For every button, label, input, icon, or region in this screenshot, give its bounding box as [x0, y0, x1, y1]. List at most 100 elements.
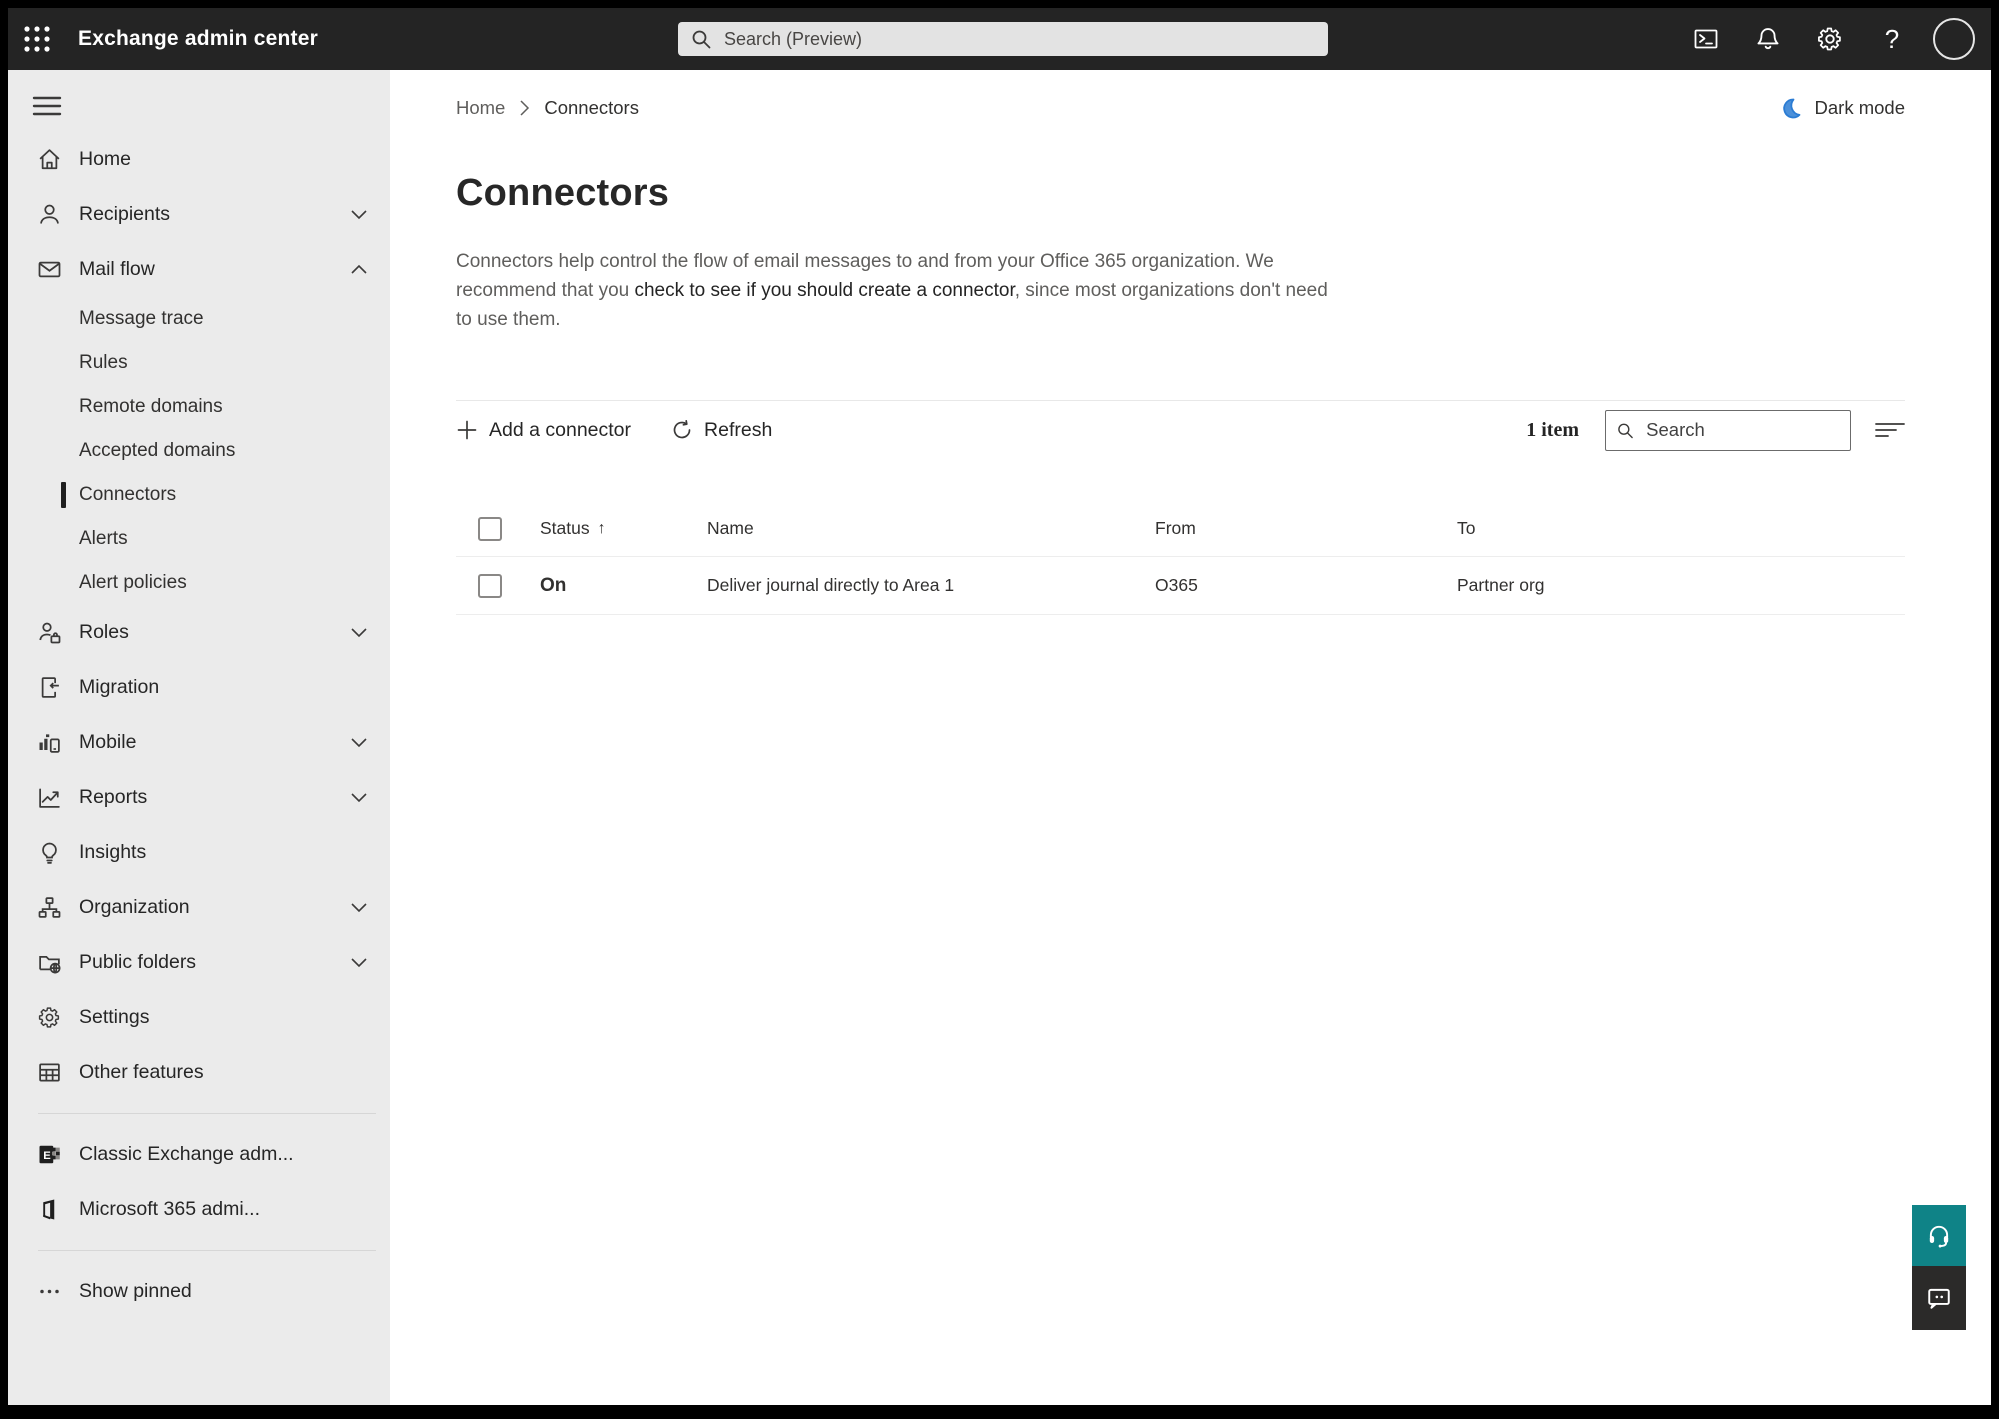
sidebar-item-connectors[interactable]: Connectors — [8, 473, 390, 517]
floating-buttons — [1912, 1205, 1966, 1330]
sidebar-item-rules[interactable]: Rules — [8, 341, 390, 385]
connector-status: On — [540, 574, 567, 596]
line-chart-icon — [36, 785, 62, 810]
sidebar-item-alerts[interactable]: Alerts — [8, 517, 390, 561]
sidebar-item-settings[interactable]: Settings — [8, 990, 390, 1045]
chevron-right-icon — [519, 99, 530, 117]
sidebar-item-organization[interactable]: Organization — [8, 880, 390, 935]
microsoft-365-icon — [36, 1197, 62, 1222]
collapse-nav-button[interactable] — [32, 86, 78, 126]
home-icon — [36, 147, 62, 172]
column-header-name[interactable]: Name — [707, 518, 1155, 539]
filter-lines-icon — [1875, 423, 1905, 437]
avatar — [1933, 18, 1975, 60]
screen-frame: Exchange admin center Search (Preview) ?… — [0, 0, 1999, 1419]
help-button[interactable]: ? — [1861, 8, 1923, 70]
sidebar-item-alert-policies[interactable]: Alert policies — [8, 561, 390, 605]
sort-ascending-icon: ↑ — [597, 519, 606, 537]
powershell-button[interactable] — [1675, 8, 1737, 70]
mobile-stats-icon — [36, 730, 62, 755]
page-title: Connectors — [456, 172, 670, 214]
chevron-up-icon — [350, 264, 368, 275]
column-header-from[interactable]: From — [1155, 518, 1457, 539]
sidebar-item-show-pinned[interactable]: Show pinned — [8, 1264, 390, 1319]
refresh-icon — [673, 419, 691, 439]
sidebar-divider — [38, 1250, 376, 1251]
app-launcher-button[interactable] — [8, 8, 66, 70]
global-search-input[interactable] — [724, 28, 1316, 50]
sidebar: Home Recipients Mail flow Message trace … — [8, 70, 390, 1405]
svg-text:E: E — [43, 1150, 51, 1162]
sidebar-item-accepted-domains[interactable]: Accepted domains — [8, 429, 390, 473]
top-bar: Exchange admin center Search (Preview) ? — [8, 8, 1991, 70]
account-button[interactable] — [1923, 8, 1985, 70]
notifications-button[interactable] — [1737, 8, 1799, 70]
chevron-down-icon — [350, 957, 368, 968]
breadcrumb: Home Connectors — [456, 97, 639, 119]
lightbulb-icon — [36, 840, 62, 865]
sidebar-item-public-folders[interactable]: Public folders — [8, 935, 390, 990]
document-arrow-icon — [36, 675, 62, 700]
exchange-logo-icon: E — [36, 1142, 62, 1167]
help-icon: ? — [1884, 23, 1900, 54]
page-description: Connectors help control the flow of emai… — [456, 251, 1328, 330]
sidebar-item-roles[interactable]: Roles — [8, 605, 390, 660]
global-search-box[interactable] — [678, 22, 1328, 56]
chevron-down-icon — [350, 902, 368, 913]
hamburger-icon — [32, 96, 62, 116]
search-icon — [1618, 423, 1633, 438]
feedback-button[interactable] — [1912, 1266, 1966, 1330]
main-content: Home Connectors Dark mode Connectors Con… — [390, 70, 1991, 1405]
column-header-status[interactable]: Status ↑ — [540, 518, 707, 539]
connector-name[interactable]: Deliver journal directly to Area 1 — [707, 575, 1155, 596]
envelope-icon — [36, 257, 62, 282]
connectors-table: Status ↑ Name From To On Deliver journal… — [456, 501, 1905, 615]
help-support-button[interactable] — [1912, 1205, 1966, 1266]
chevron-down-icon — [350, 737, 368, 748]
list-search-box[interactable] — [1605, 409, 1851, 451]
ellipsis-icon — [36, 1279, 62, 1304]
filter-button[interactable] — [1875, 420, 1905, 440]
item-count: 1 item — [1526, 418, 1579, 441]
list-toolbar: Add a connector Refresh 1 item — [456, 400, 1905, 459]
sidebar-item-mail-flow[interactable]: Mail flow — [8, 242, 390, 297]
sidebar-item-reports[interactable]: Reports — [8, 770, 390, 825]
add-connector-button[interactable]: Add a connector — [456, 419, 631, 442]
sidebar-item-classic-exchange[interactable]: E Classic Exchange adm... — [8, 1127, 390, 1182]
table-grid-icon — [36, 1060, 62, 1085]
sidebar-item-m365-admin[interactable]: Microsoft 365 admi... — [8, 1182, 390, 1237]
app-launcher-icon — [24, 26, 50, 52]
breadcrumb-current: Connectors — [544, 97, 639, 118]
sidebar-item-migration[interactable]: Migration — [8, 660, 390, 715]
sidebar-item-mobile[interactable]: Mobile — [8, 715, 390, 770]
row-checkbox[interactable] — [478, 573, 502, 598]
sidebar-item-insights[interactable]: Insights — [8, 825, 390, 880]
terminal-icon — [1694, 29, 1718, 49]
person-briefcase-icon — [36, 620, 62, 645]
gear-icon — [1818, 27, 1841, 51]
app-title: Exchange admin center — [78, 27, 318, 50]
refresh-button[interactable]: Refresh — [671, 419, 772, 442]
sidebar-item-recipients[interactable]: Recipients — [8, 187, 390, 242]
column-header-to[interactable]: To — [1457, 518, 1905, 539]
exchange-admin-app: Exchange admin center Search (Preview) ?… — [8, 8, 1991, 1405]
table-row[interactable]: On Deliver journal directly to Area 1 O3… — [456, 557, 1905, 615]
search-icon — [692, 30, 711, 49]
list-search-input[interactable] — [1646, 419, 1840, 441]
settings-button[interactable] — [1799, 8, 1861, 70]
select-all-checkbox[interactable] — [478, 516, 502, 541]
sidebar-item-other-features[interactable]: Other features — [8, 1045, 390, 1100]
dark-mode-toggle[interactable]: Dark mode — [1779, 96, 1905, 120]
sidebar-item-remote-domains[interactable]: Remote domains — [8, 385, 390, 429]
sidebar-item-message-trace[interactable]: Message trace — [8, 297, 390, 341]
breadcrumb-home-link[interactable]: Home — [456, 97, 505, 119]
chat-bubble-icon — [1928, 1288, 1950, 1309]
create-connector-check-link[interactable]: check to see if you should create a conn… — [634, 280, 1014, 301]
chevron-down-icon — [350, 627, 368, 638]
folder-globe-icon — [36, 950, 62, 975]
sidebar-divider — [38, 1113, 376, 1114]
moon-icon — [1782, 98, 1800, 119]
plus-icon — [457, 420, 477, 440]
chevron-down-icon — [350, 792, 368, 803]
sidebar-item-home[interactable]: Home — [8, 132, 390, 187]
